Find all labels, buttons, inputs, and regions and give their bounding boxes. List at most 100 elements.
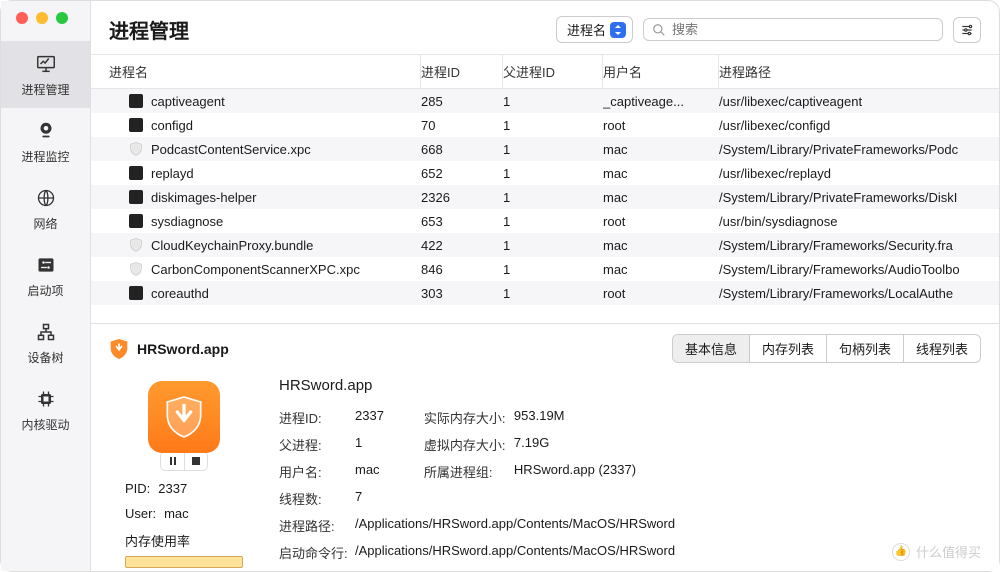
process-ppid: 1 <box>503 286 603 301</box>
process-path: /System/Library/Frameworks/Security.fra <box>719 238 981 253</box>
sidebar-item-label: 网络 <box>33 215 57 232</box>
stop-button[interactable] <box>184 451 208 471</box>
process-user: mac <box>603 262 719 277</box>
process-path: /usr/libexec/replayd <box>719 166 981 181</box>
col-ppid[interactable]: 父进程ID <box>503 55 603 88</box>
terminal-icon <box>129 94 143 108</box>
info-value: 7 <box>355 489 362 508</box>
process-pid: 668 <box>421 142 503 157</box>
sliders-icon <box>35 254 57 276</box>
process-pid: 303 <box>421 286 503 301</box>
sidebar-item-kernel-driver[interactable]: 内核驱动 <box>1 376 90 443</box>
info-key: 用户名: <box>279 462 355 481</box>
filter-select[interactable]: 进程名 <box>556 16 633 43</box>
memory-usage-label: 内存使用率 <box>109 531 259 550</box>
table-row[interactable]: diskimages-helper23261mac/System/Library… <box>91 185 999 209</box>
info-key: 进程ID: <box>279 408 355 427</box>
process-user: root <box>603 214 719 229</box>
info-value: 7.19G <box>514 435 549 454</box>
process-pid: 846 <box>421 262 503 277</box>
sidebar-item-process-monitor[interactable]: 进程监控 <box>1 108 90 175</box>
user-value: mac <box>164 506 189 521</box>
process-path: /usr/libexec/configd <box>719 118 981 133</box>
sidebar-item-label: 启动项 <box>27 282 63 299</box>
info-value: mac <box>355 462 380 481</box>
settings-button[interactable] <box>953 17 981 43</box>
tab-handle-list[interactable]: 句柄列表 <box>827 335 904 362</box>
tab-thread-list[interactable]: 线程列表 <box>904 335 980 362</box>
minimize-window-icon[interactable] <box>36 12 48 24</box>
chevron-updown-icon <box>610 22 626 38</box>
table-row[interactable]: coreauthd3031root/System/Library/Framewo… <box>91 281 999 305</box>
search-input[interactable] <box>672 22 934 37</box>
info-value: /Applications/HRSword.app/Contents/MacOS… <box>355 516 675 535</box>
table-row[interactable]: configd701root/usr/libexec/configd <box>91 113 999 137</box>
terminal-icon <box>129 166 143 180</box>
sidebar: 进程管理 进程监控 网络 启动项 设备树 <box>1 1 91 571</box>
process-name: PodcastContentService.xpc <box>151 142 311 157</box>
col-path[interactable]: 进程路径 <box>719 55 981 88</box>
process-user: mac <box>603 238 719 253</box>
info-value: HRSword.app (2337) <box>514 462 636 481</box>
pid-value: 2337 <box>158 481 187 496</box>
table-row[interactable]: PodcastContentService.xpc 6681mac/System/… <box>91 137 999 161</box>
process-ppid: 1 <box>503 118 603 133</box>
info-key: 所属进程组: <box>424 462 514 481</box>
sidebar-item-label: 设备树 <box>27 349 63 366</box>
app-shield-icon <box>109 338 129 360</box>
table-row[interactable]: sysdiagnose6531root/usr/bin/sysdiagnose <box>91 209 999 233</box>
sidebar-item-startup[interactable]: 启动项 <box>1 242 90 309</box>
info-key: 父进程: <box>279 435 355 454</box>
close-window-icon[interactable] <box>16 12 28 24</box>
sidebar-item-process-mgmt[interactable]: 进程管理 <box>1 41 90 108</box>
detail-title: HRSword.app <box>279 377 981 394</box>
table-row[interactable]: CloudKeychainProxy.bundle4221mac/System/… <box>91 233 999 257</box>
process-ppid: 1 <box>503 142 603 157</box>
process-name: sysdiagnose <box>151 214 223 229</box>
tab-basic-info[interactable]: 基本信息 <box>673 335 750 362</box>
info-key: 虚拟内存大小: <box>424 435 514 454</box>
search-icon <box>652 23 666 37</box>
monitor-icon <box>35 53 57 75</box>
process-ppid: 1 <box>503 94 603 109</box>
process-user: mac <box>603 142 719 157</box>
camera-icon <box>35 120 57 142</box>
table-row[interactable]: replayd6521mac/usr/libexec/replayd <box>91 161 999 185</box>
table-row[interactable]: CarbonComponentScannerXPC.xpc 8461mac/Sys… <box>91 257 999 281</box>
col-pid[interactable]: 进程ID <box>421 55 503 88</box>
process-name: coreauthd <box>151 286 209 301</box>
terminal-icon <box>129 286 143 300</box>
search-box[interactable] <box>643 18 943 41</box>
process-name: CarbonComponentScannerXPC.xpc <box>151 262 360 277</box>
col-name[interactable]: 进程名 <box>109 55 421 88</box>
info-value: /Applications/HRSword.app/Contents/MacOS… <box>355 543 675 562</box>
memory-usage-bar <box>125 556 243 568</box>
pause-button[interactable] <box>160 451 184 471</box>
info-value: 953.19M <box>514 408 565 427</box>
table-body[interactable]: captiveagent2851_captiveage.../usr/libex… <box>91 89 999 323</box>
window-traffic-lights[interactable] <box>16 12 68 24</box>
process-path: /System/Library/Frameworks/AudioToolbo <box>719 262 981 277</box>
detail-app-name: HRSword.app <box>137 341 664 357</box>
process-ppid: 1 <box>503 214 603 229</box>
table-header: 进程名 进程ID 父进程ID 用户名 进程路径 <box>91 54 999 89</box>
sidebar-item-device-tree[interactable]: 设备树 <box>1 309 90 376</box>
maximize-window-icon[interactable] <box>56 12 68 24</box>
table-row[interactable]: captiveagent2851_captiveage.../usr/libex… <box>91 89 999 113</box>
process-pid: 285 <box>421 94 503 109</box>
terminal-icon <box>129 190 143 204</box>
col-user[interactable]: 用户名 <box>603 55 719 88</box>
process-pid: 653 <box>421 214 503 229</box>
info-key: 启动命令行: <box>279 543 355 562</box>
sidebar-item-network[interactable]: 网络 <box>1 175 90 242</box>
process-user: root <box>603 286 719 301</box>
tab-memory-list[interactable]: 内存列表 <box>750 335 827 362</box>
process-pid: 422 <box>421 238 503 253</box>
process-name: configd <box>151 118 193 133</box>
sidebar-item-label: 进程监控 <box>21 148 69 165</box>
process-ppid: 1 <box>503 262 603 277</box>
process-path: /System/Library/PrivateFrameworks/Podc <box>719 142 981 157</box>
cpu-icon <box>35 388 57 410</box>
sidebar-item-label: 内核驱动 <box>21 416 69 433</box>
info-key: 进程路径: <box>279 516 355 535</box>
